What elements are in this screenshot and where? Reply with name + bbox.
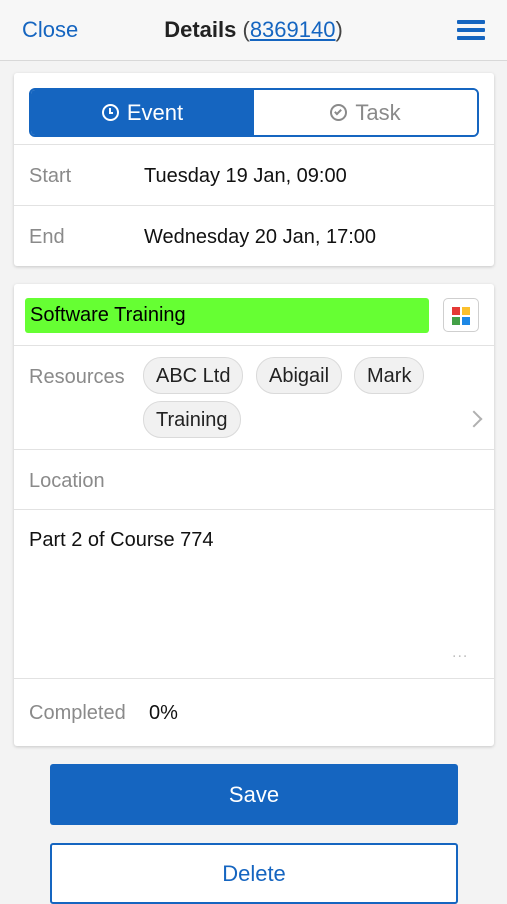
paren-close: ) <box>335 17 343 42</box>
paren-open: ( <box>242 17 250 42</box>
segment-event[interactable]: Event <box>31 90 254 135</box>
details-card: Software Training Resources ABC Ltd Abig… <box>14 284 494 746</box>
page-title: Details (8369140) <box>0 17 507 43</box>
color-swatch-yellow <box>462 307 470 315</box>
start-value: Tuesday 19 Jan, 09:00 <box>144 165 347 187</box>
segment-task-label: Task <box>355 99 401 125</box>
completed-row[interactable]: Completed 0% <box>14 678 494 746</box>
notes-text: Part 2 of Course 774 <box>29 529 214 551</box>
end-value: Wednesday 20 Jan, 17:00 <box>144 226 377 248</box>
record-id-link[interactable]: 8369140 <box>250 17 336 42</box>
color-picker-button[interactable] <box>443 298 479 332</box>
start-row[interactable]: Start Tuesday 19 Jan, 09:00 <box>14 144 494 205</box>
resources-row[interactable]: Resources ABC Ltd Abigail Mark Training <box>14 345 494 449</box>
hamburger-menu-icon[interactable] <box>457 20 485 40</box>
title-input[interactable]: Software Training <box>25 298 429 333</box>
resource-chip[interactable]: Abigail <box>256 357 343 394</box>
start-label: Start <box>29 165 72 187</box>
resource-chip[interactable]: Mark <box>354 357 425 394</box>
end-label: End <box>29 226 65 248</box>
type-segmented-control: Event Task <box>29 88 479 137</box>
clock-icon <box>101 104 119 121</box>
resources-label: Resources <box>29 366 125 388</box>
save-button[interactable]: Save <box>50 764 458 825</box>
delete-button[interactable]: Delete <box>50 843 458 904</box>
resource-chip[interactable]: Training <box>143 401 241 438</box>
color-swatch-green <box>452 317 460 325</box>
segment-event-label: Event <box>126 99 184 125</box>
location-row[interactable]: Location <box>14 449 494 509</box>
end-row[interactable]: End Wednesday 20 Jan, 17:00 <box>14 205 494 266</box>
color-swatch-red <box>452 307 460 315</box>
location-label: Location <box>29 470 105 492</box>
resize-handle-icon[interactable]: ... <box>452 644 468 662</box>
check-circle-icon <box>330 104 348 121</box>
resource-chip[interactable]: ABC Ltd <box>143 357 244 394</box>
completed-value: 0% <box>149 702 178 724</box>
schedule-card: Event Task Start Tuesday 19 Jan, 09:00 E… <box>14 73 494 266</box>
color-swatch-blue <box>462 317 470 325</box>
navigation-bar: Close Details (8369140) <box>0 0 507 61</box>
page-title-text: Details <box>164 17 237 42</box>
segment-task[interactable]: Task <box>254 90 477 135</box>
completed-label: Completed <box>29 702 126 724</box>
